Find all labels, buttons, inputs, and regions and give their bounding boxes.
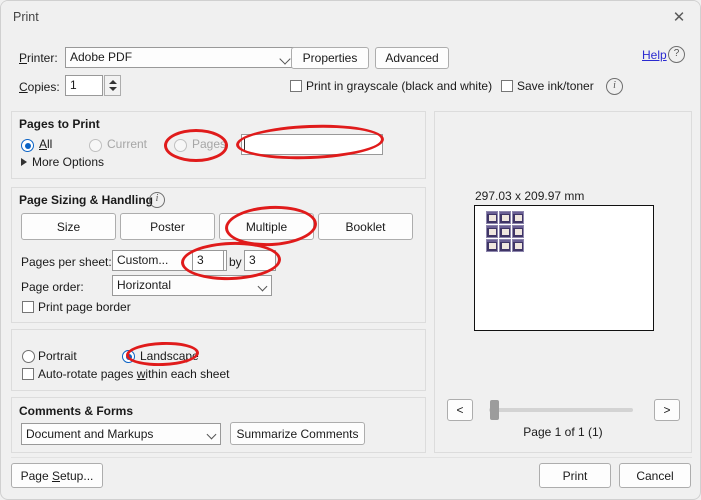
radio-portrait[interactable] xyxy=(22,350,35,363)
printer-label: Printer: xyxy=(19,51,58,65)
page-thumbnail xyxy=(499,225,511,238)
pages-per-sheet-value: Custom... xyxy=(117,253,169,267)
page-thumbnail xyxy=(499,239,511,252)
multiple-button[interactable]: Multiple xyxy=(219,213,314,240)
chevron-right-icon[interactable] xyxy=(21,158,27,166)
pages-range-input[interactable] xyxy=(241,134,383,155)
properties-button[interactable]: Properties xyxy=(291,47,369,69)
page-thumbnail xyxy=(512,239,524,252)
cancel-label: Cancel xyxy=(636,468,674,483)
page-slider-thumb[interactable] xyxy=(490,400,499,420)
help-link[interactable]: Help xyxy=(642,48,667,62)
advanced-button[interactable]: Advanced xyxy=(375,47,449,69)
info-icon[interactable]: i xyxy=(149,192,165,208)
radio-pages[interactable] xyxy=(174,139,187,152)
chevron-down-icon xyxy=(279,53,291,65)
next-page-button[interactable]: > xyxy=(654,399,680,421)
copies-value: 1 xyxy=(70,78,77,92)
properties-label: Properties xyxy=(302,51,358,65)
poster-button[interactable]: Poster xyxy=(120,213,215,240)
comments-forms-value: Document and Markups xyxy=(26,427,154,441)
radio-all-label: All xyxy=(39,137,53,151)
poster-label: Poster xyxy=(150,219,185,234)
window-title: Print xyxy=(13,10,39,24)
page-order-label: Page order: xyxy=(21,280,84,294)
size-label: Size xyxy=(56,219,81,234)
radio-landscape-label: Landscape xyxy=(140,349,199,363)
chevron-down-icon xyxy=(206,429,217,440)
thumbnail-grid xyxy=(486,211,524,252)
page-thumbnail xyxy=(486,239,498,252)
multiple-label: Multiple xyxy=(245,219,288,234)
advanced-label: Advanced xyxy=(385,51,439,65)
summarize-comments-label: Summarize Comments xyxy=(236,426,359,441)
copies-label: Copies: xyxy=(19,80,60,94)
print-button[interactable]: Print xyxy=(539,463,611,488)
preview-dimensions: 297.03 x 209.97 mm xyxy=(475,189,585,203)
print-page-border-checkbox[interactable] xyxy=(22,301,34,313)
save-ink-label: Save ink/toner xyxy=(517,79,594,93)
stepper-up-icon[interactable] xyxy=(109,80,117,84)
more-options-label[interactable]: More Options xyxy=(32,155,104,169)
booklet-label: Booklet xyxy=(345,219,386,234)
page-setup-label: Page Setup... xyxy=(20,468,94,483)
comments-forms-select[interactable]: Document and Markups xyxy=(21,423,221,445)
auto-rotate-checkbox[interactable] xyxy=(22,368,34,380)
grayscale-checkbox[interactable] xyxy=(290,80,302,92)
previous-page-button[interactable]: < xyxy=(447,399,473,421)
copies-input[interactable]: 1 xyxy=(65,75,103,96)
booklet-button[interactable]: Booklet xyxy=(318,213,413,240)
previous-page-label: < xyxy=(456,403,464,417)
info-icon[interactable]: i xyxy=(606,78,623,95)
page-thumbnail xyxy=(512,211,524,224)
custom-rows-value: 3 xyxy=(249,253,256,267)
pages-to-print-title: Pages to Print xyxy=(19,117,100,131)
page-thumbnail xyxy=(486,211,498,224)
chevron-down-icon xyxy=(257,281,268,292)
custom-columns-input[interactable]: 3 xyxy=(192,250,224,271)
page-order-select[interactable]: Horizontal xyxy=(112,275,272,296)
radio-all[interactable] xyxy=(21,139,34,152)
page-thumbnail xyxy=(499,211,511,224)
by-label: by xyxy=(229,255,242,269)
page-count-label: Page 1 of 1 (1) xyxy=(523,425,603,439)
radio-landscape[interactable] xyxy=(122,350,135,363)
custom-rows-input[interactable]: 3 xyxy=(244,250,276,271)
page-order-value: Horizontal xyxy=(117,278,172,292)
page-preview xyxy=(474,205,654,331)
summarize-comments-button[interactable]: Summarize Comments xyxy=(230,422,365,445)
radio-current[interactable] xyxy=(89,139,102,152)
size-button[interactable]: Size xyxy=(21,213,116,240)
footer-divider xyxy=(11,457,692,458)
printer-select[interactable]: Adobe PDF xyxy=(65,47,295,68)
print-page-border-label: Print page border xyxy=(38,300,131,314)
grayscale-label: Print in grayscale (black and white) xyxy=(306,79,493,93)
radio-portrait-label: Portrait xyxy=(38,349,77,363)
custom-columns-value: 3 xyxy=(197,253,204,267)
comments-forms-title: Comments & Forms xyxy=(19,404,134,418)
title-bar: Print ✕ xyxy=(1,1,700,35)
pages-per-sheet-label: Pages per sheet: xyxy=(21,255,112,269)
print-label: Print xyxy=(562,468,588,483)
radio-current-label: Current xyxy=(107,137,148,151)
page-slider-track[interactable] xyxy=(489,408,633,412)
close-icon[interactable]: ✕ xyxy=(656,1,700,33)
radio-pages-label: Pages xyxy=(192,137,227,151)
printer-value: Adobe PDF xyxy=(70,50,133,64)
page-setup-button[interactable]: Page Setup... xyxy=(11,463,103,488)
auto-rotate-label: Auto-rotate pages within each sheet xyxy=(38,367,230,381)
copies-stepper[interactable] xyxy=(104,75,121,96)
print-dialog: Print ✕ Printer: Adobe PDF Properties Ad… xyxy=(0,0,701,500)
cancel-button[interactable]: Cancel xyxy=(619,463,691,488)
next-page-label: > xyxy=(663,403,671,417)
page-thumbnail xyxy=(486,225,498,238)
stepper-down-icon[interactable] xyxy=(109,87,117,91)
text-cursor xyxy=(244,138,245,151)
page-sizing-title: Page Sizing & Handling xyxy=(19,193,154,207)
save-ink-checkbox[interactable] xyxy=(501,80,513,92)
help-icon[interactable]: ? xyxy=(668,46,685,63)
page-thumbnail xyxy=(512,225,524,238)
